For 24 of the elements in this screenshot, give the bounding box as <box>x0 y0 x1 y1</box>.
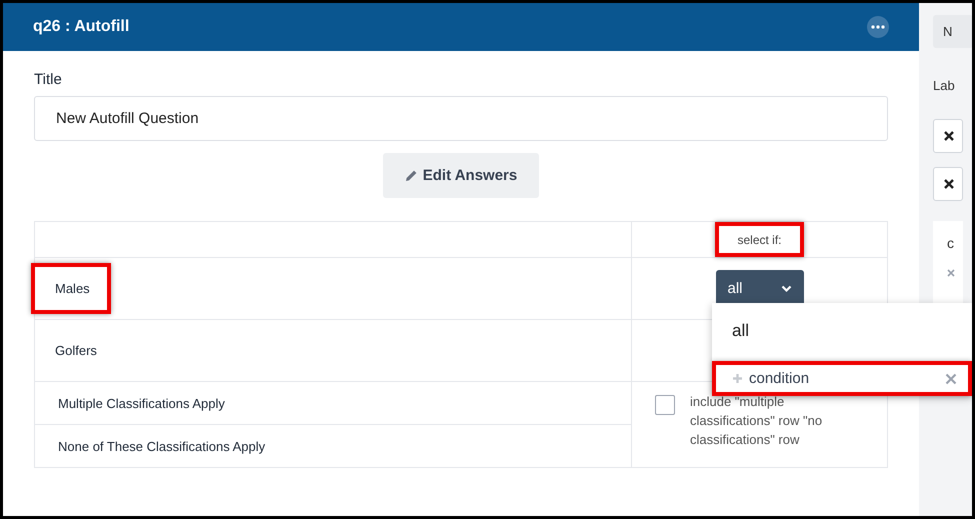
panel-title: q26 : Autofill <box>33 18 130 36</box>
column-header: select if: <box>737 233 782 247</box>
side-button[interactable]: N <box>933 15 972 48</box>
title-input[interactable]: New Autofill Question <box>34 96 888 141</box>
edit-answers-button[interactable]: Edit Answers <box>382 153 540 198</box>
side-button[interactable] <box>933 167 963 201</box>
pencil-icon <box>404 169 418 182</box>
title-label: Title <box>34 71 63 88</box>
more-icon <box>871 25 885 29</box>
card-text: c <box>947 235 955 251</box>
row-label: Males <box>55 281 90 296</box>
plus-icon <box>732 373 743 384</box>
side-button[interactable] <box>933 119 963 153</box>
checkbox[interactable] <box>655 395 675 415</box>
checkbox-label: include "multiple classifications" row "no classifications" row <box>690 393 824 449</box>
chevron-icon <box>780 284 792 292</box>
row-label: None of These Classifications Apply <box>57 438 266 454</box>
add-condition-link[interactable]: condition <box>749 370 810 387</box>
row-label: Golfers <box>55 343 97 358</box>
more-options-button[interactable] <box>867 16 889 38</box>
side-label: Lab <box>933 78 955 93</box>
close-icon <box>944 131 954 141</box>
row-label: Multiple Classifications Apply <box>57 396 225 410</box>
close-icon <box>944 179 954 189</box>
